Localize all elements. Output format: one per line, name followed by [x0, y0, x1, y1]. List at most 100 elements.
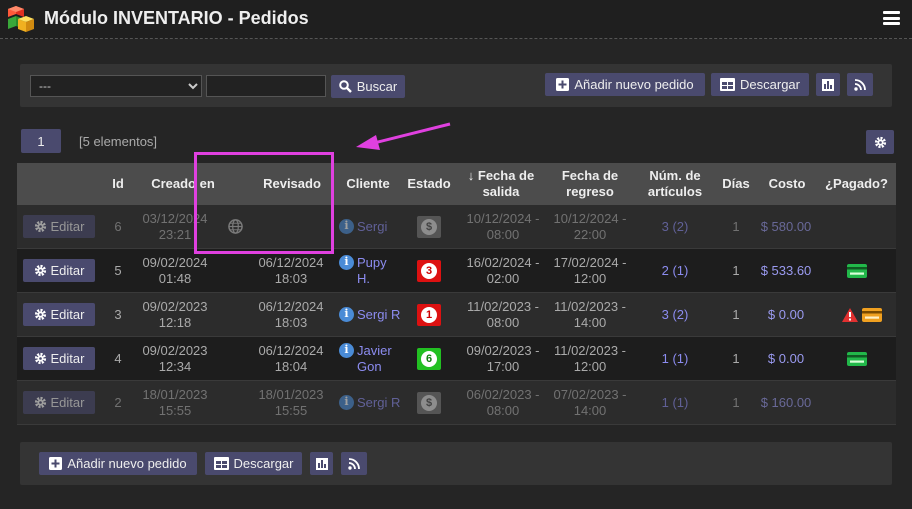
cell-reviewed: 06/12/2024 18:03: [258, 254, 324, 286]
cell-departure: 09/02/2023 - 17:00: [466, 342, 540, 374]
cell-days: 1: [732, 394, 740, 410]
header-days[interactable]: Días: [715, 163, 757, 205]
info-icon: i: [339, 342, 354, 358]
header-articles[interactable]: Núm. de artículos: [635, 163, 715, 205]
cell-id: 6: [114, 218, 122, 234]
cell-cost: $ 0.00: [767, 350, 805, 366]
client-name[interactable]: Sergi R: [357, 307, 400, 323]
rss-icon: [854, 78, 866, 91]
cell-cost: $ 160.00: [760, 394, 812, 410]
cell-client[interactable]: i Pupy H.: [339, 249, 401, 292]
table-settings-button[interactable]: [866, 130, 894, 154]
add-order-button[interactable]: Añadir nuevo pedido: [545, 73, 705, 96]
download-label: Descargar: [740, 77, 800, 92]
client-name[interactable]: Javier Gon: [357, 343, 401, 375]
edit-button[interactable]: Editar: [23, 259, 95, 282]
pending-card-icon: [862, 307, 882, 322]
gear-icon: [34, 308, 46, 321]
gear-icon: [34, 352, 46, 365]
cell-articles[interactable]: 1 (1): [645, 381, 705, 424]
cell-id: 2: [114, 394, 122, 410]
search-button[interactable]: Buscar: [331, 75, 405, 98]
rss-icon: [348, 457, 360, 470]
cell-id: 5: [114, 262, 122, 278]
header-cost[interactable]: Costo: [757, 163, 817, 205]
download-label: Descargar: [233, 456, 294, 471]
cell-articles[interactable]: 3 (2): [645, 293, 705, 336]
table-row: Editar 4 09/02/2023 12:34 06/12/2024 18:…: [17, 337, 896, 381]
header-return-date[interactable]: Fecha de regreso: [545, 163, 635, 205]
cell-created: 09/02/2023 12:34: [142, 342, 208, 374]
table-row: Editar 5 09/02/2024 01:48 06/12/2024 18:…: [17, 249, 896, 293]
cell-client[interactable]: i Sergi R: [339, 293, 401, 336]
header-paid[interactable]: ¿Pagado?: [817, 163, 896, 205]
orders-table: Id Creado en Revisado Cliente Estado ↓ F…: [17, 163, 896, 425]
cell-articles[interactable]: 2 (1): [645, 249, 705, 292]
header-client[interactable]: Cliente: [335, 163, 401, 205]
plus-square-icon: [49, 457, 63, 470]
top-bar: Módulo INVENTARIO - Pedidos: [0, 0, 912, 39]
status-badge: $: [417, 391, 441, 414]
edit-button[interactable]: Editar: [23, 303, 95, 326]
annotation-arrow-icon: [356, 122, 451, 150]
rss-button[interactable]: [847, 73, 873, 96]
cell-client[interactable]: i Sergi R: [339, 381, 401, 424]
add-order-label: Añadir nuevo pedido: [574, 77, 694, 92]
cell-reviewed: 18/01/2023 15:55: [258, 386, 324, 418]
cell-created: 18/01/2023 15:55: [142, 386, 208, 418]
cubes-logo-icon: [8, 6, 34, 32]
chart-button[interactable]: [310, 452, 333, 475]
cell-departure: 11/02/2023 - 08:00: [466, 298, 540, 330]
cell-created: 03/12/2024 23:21: [142, 210, 208, 242]
search-button-label: Buscar: [356, 79, 398, 94]
item-count: [5 elementos]: [79, 134, 158, 149]
chart-button[interactable]: [816, 73, 840, 96]
cell-articles[interactable]: 3 (2): [645, 205, 705, 248]
client-name[interactable]: Sergi: [357, 219, 387, 235]
cell-reviewed: [251, 205, 331, 248]
header-status[interactable]: Estado: [401, 163, 457, 205]
cell-client[interactable]: i Javier Gon: [339, 337, 401, 380]
header-departure-date[interactable]: ↓ Fecha de salida: [457, 163, 545, 205]
edit-button[interactable]: Editar: [23, 215, 95, 238]
download-button[interactable]: Descargar: [711, 73, 809, 96]
cell-client[interactable]: i Sergi: [339, 205, 401, 248]
cell-return: 11/02/2023 - 14:00: [553, 298, 627, 330]
info-icon: i: [339, 218, 354, 234]
filter-select[interactable]: ---: [30, 75, 202, 97]
plus-square-icon: [556, 78, 570, 91]
header-reviewed[interactable]: Revisado: [249, 163, 335, 205]
add-order-button[interactable]: Añadir nuevo pedido: [39, 452, 197, 475]
rss-button[interactable]: [341, 452, 367, 475]
cell-reviewed: 06/12/2024 18:03: [258, 298, 324, 330]
header-created[interactable]: Creado en: [131, 163, 235, 205]
search-input[interactable]: [206, 75, 326, 97]
table-header: Id Creado en Revisado Cliente Estado ↓ F…: [17, 163, 896, 205]
edit-label: Editar: [50, 306, 85, 322]
table-row: Editar 2 18/01/2023 15:55 18/01/2023 15:…: [17, 381, 896, 425]
search-icon: [338, 80, 352, 93]
paid-card-icon: [847, 263, 867, 278]
bar-chart-icon: [822, 78, 834, 91]
edit-button[interactable]: Editar: [23, 347, 95, 370]
cell-departure: 10/12/2024 - 08:00: [466, 210, 540, 242]
cell-days: 1: [732, 350, 740, 366]
edit-label: Editar: [50, 350, 85, 366]
client-name[interactable]: Sergi R: [357, 395, 400, 411]
hamburger-menu-icon[interactable]: [883, 11, 900, 25]
bar-chart-icon: [315, 457, 328, 470]
cell-id: 4: [114, 350, 122, 366]
page-number-button[interactable]: 1: [21, 129, 61, 153]
edit-button[interactable]: Editar: [23, 391, 95, 414]
status-badge: $: [417, 215, 441, 238]
add-order-label: Añadir nuevo pedido: [67, 456, 187, 471]
header-id[interactable]: Id: [105, 163, 131, 205]
cell-cost: $ 533.60: [760, 262, 812, 278]
page-title: Módulo INVENTARIO - Pedidos: [44, 8, 309, 28]
cell-articles[interactable]: 1 (1): [645, 337, 705, 380]
status-badge: 6: [417, 347, 441, 370]
client-name[interactable]: Pupy H.: [357, 255, 401, 287]
edit-label: Editar: [50, 394, 85, 410]
download-button[interactable]: Descargar: [205, 452, 302, 475]
gear-icon: [34, 264, 46, 277]
